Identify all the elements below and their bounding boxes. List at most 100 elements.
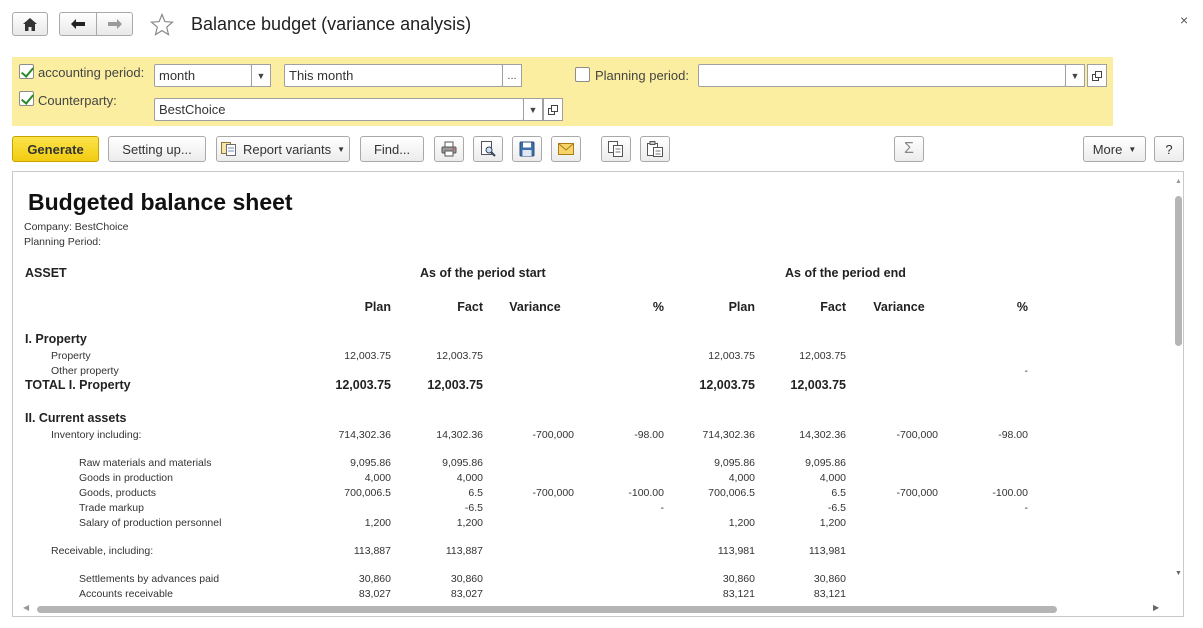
table-cell: 12,003.75: [427, 378, 483, 392]
table-cell: 12,003.75: [708, 350, 755, 362]
planning-period-open-button[interactable]: [1087, 64, 1107, 87]
forward-button[interactable]: [96, 12, 133, 36]
table-cell: -100.00: [992, 487, 1028, 499]
horizontal-scroll-thumb[interactable]: [37, 606, 1057, 613]
table-cell: -98.00: [998, 429, 1028, 441]
table-cell: -700,000: [896, 429, 938, 441]
column-header: Fact: [457, 300, 483, 314]
scroll-left-arrow[interactable]: ◀: [23, 603, 29, 612]
row-label: Receivable, including:: [51, 545, 154, 557]
row-label: Trade markup: [79, 502, 144, 514]
floppy-icon: [519, 141, 535, 157]
table-cell: -: [1024, 365, 1029, 377]
row-label: Inventory including:: [51, 429, 142, 441]
table-cell: 30,860: [722, 573, 755, 585]
table-cell: 714,302.36: [702, 429, 755, 441]
table-cell: -700,000: [896, 487, 938, 499]
period-unit-select[interactable]: month: [154, 64, 252, 87]
more-button[interactable]: More ▼: [1083, 136, 1146, 162]
row-label: TOTAL I. Property: [25, 378, 131, 392]
back-button[interactable]: [59, 12, 96, 36]
table-cell: 83,027: [450, 588, 483, 600]
table-cell: 700,006.5: [344, 487, 391, 499]
column-header: Fact: [820, 300, 846, 314]
more-label: More: [1092, 141, 1123, 157]
planning-period-checkbox[interactable]: [575, 67, 590, 82]
setting-up-button[interactable]: Setting up...: [108, 136, 206, 162]
table-cell: 4,000: [456, 472, 483, 484]
table-cell: 113,887: [445, 545, 483, 557]
table-cell: -98.00: [634, 429, 664, 441]
table-cell: 4,000: [728, 472, 755, 484]
table-cell: 1,200: [728, 517, 755, 529]
table-cell: 12,003.75: [335, 378, 391, 392]
accounting-period-choose-button[interactable]: ...: [502, 64, 522, 87]
copy-button[interactable]: [601, 136, 631, 162]
table-cell: -700,000: [532, 429, 574, 441]
generate-button[interactable]: Generate: [12, 136, 99, 162]
table-cell: -100.00: [628, 487, 664, 499]
favorite-star[interactable]: [149, 12, 175, 37]
table-cell: -700,000: [532, 487, 574, 499]
table-cell: -6.5: [827, 502, 846, 514]
planning-period-field[interactable]: [698, 64, 1066, 87]
group-header-period-start: As of the period start: [420, 266, 546, 280]
chevron-down-icon: ▼: [337, 144, 346, 154]
save-button[interactable]: [512, 136, 542, 162]
report-variants-button[interactable]: Report variants ▼: [216, 136, 350, 162]
horizontal-scrollbar[interactable]: ◀ ▶: [13, 602, 1173, 616]
table-cell: -: [660, 502, 665, 514]
paste-button[interactable]: [640, 136, 670, 162]
counterparty-field[interactable]: BestChoice: [154, 98, 524, 121]
table-cell: 1,200: [364, 517, 391, 529]
planning-period-label: Planning period:: [595, 68, 689, 83]
home-button[interactable]: [12, 12, 48, 36]
help-button[interactable]: ?: [1154, 136, 1184, 162]
table-cell: 1,200: [819, 517, 846, 529]
table-cell: 4,000: [364, 472, 391, 484]
envelope-icon: [558, 143, 574, 155]
accounting-period-field[interactable]: This month: [284, 64, 503, 87]
report-spreadsheet[interactable]: Budgeted balance sheet Company: BestChoi…: [12, 171, 1184, 617]
accounting-period-checkbox[interactable]: [19, 64, 34, 79]
send-email-button[interactable]: [551, 136, 581, 162]
row-label: I. Property: [25, 332, 87, 346]
column-header: Variance: [509, 300, 561, 314]
sum-button[interactable]: Σ: [894, 136, 924, 162]
find-button[interactable]: Find...: [360, 136, 424, 162]
table-cell: 12,003.75: [790, 378, 846, 392]
planning-period-dropdown[interactable]: ▼: [1065, 64, 1085, 87]
scroll-right-arrow[interactable]: ▶: [1153, 603, 1159, 612]
table-cell: 30,860: [813, 573, 846, 585]
scroll-down-arrow[interactable]: ▼: [1175, 570, 1182, 577]
close-icon[interactable]: ×: [1180, 12, 1188, 28]
arrow-right-icon: [107, 19, 122, 29]
row-label: Settlements by advances paid: [79, 573, 220, 585]
column-header: Plan: [364, 300, 391, 314]
table-cell: 14,302.36: [436, 429, 483, 441]
period-unit-dropdown[interactable]: ▼: [251, 64, 271, 87]
scroll-up-arrow[interactable]: ▲: [1175, 178, 1182, 185]
table-cell: 113,981: [808, 545, 846, 557]
row-label: Property: [51, 350, 91, 362]
counterparty-dropdown[interactable]: ▼: [523, 98, 543, 121]
vertical-scroll-thumb[interactable]: [1175, 196, 1182, 346]
print-preview-button[interactable]: [473, 136, 503, 162]
table-cell: 714,302.36: [338, 429, 391, 441]
print-button[interactable]: [434, 136, 464, 162]
report-planning-period: Planning Period:: [24, 236, 102, 248]
home-icon: [23, 17, 37, 31]
column-header: %: [652, 300, 664, 314]
counterparty-open-button[interactable]: [543, 98, 563, 121]
column-header: Plan: [728, 300, 755, 314]
table-cell: -6.5: [464, 502, 483, 514]
report-variants-label: Report variants: [242, 141, 332, 157]
table-cell: 9,095.86: [805, 457, 846, 469]
counterparty-checkbox[interactable]: [19, 91, 34, 106]
table-cell: 83,027: [358, 588, 391, 600]
open-window-icon: [548, 104, 558, 115]
table-cell: 12,003.75: [344, 350, 391, 362]
window-title: Balance budget (variance analysis): [191, 14, 472, 34]
vertical-scrollbar[interactable]: ▲ ▼: [1173, 172, 1183, 602]
row-label: Accounts receivable: [79, 588, 173, 600]
